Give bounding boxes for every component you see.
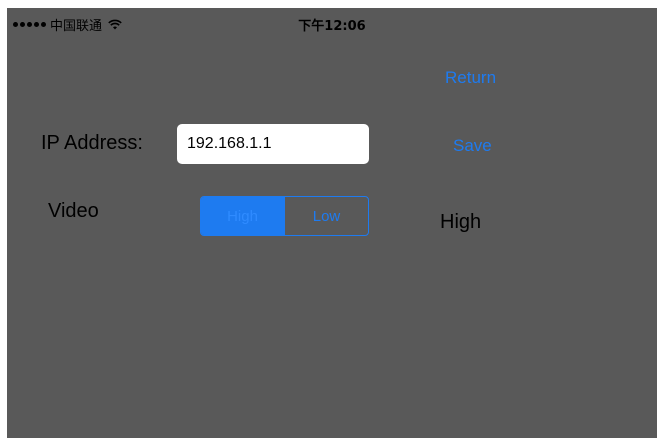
return-button[interactable]: Return — [445, 68, 496, 88]
ip-address-label: IP Address: — [41, 132, 143, 154]
video-quality-segmented-control: High Low — [200, 196, 369, 236]
segment-high[interactable]: High — [201, 197, 284, 235]
video-quality-value: High — [440, 211, 482, 233]
ip-address-input[interactable] — [177, 124, 369, 164]
video-label: Video — [48, 200, 99, 222]
status-bar: 中国联通 下午12:06 — [7, 8, 657, 36]
segment-low[interactable]: Low — [284, 197, 368, 235]
app-screen: 中国联通 下午12:06 Return Save IP Address: Vid… — [7, 8, 657, 438]
save-button[interactable]: Save — [453, 136, 492, 156]
status-time: 下午12:06 — [298, 19, 366, 34]
